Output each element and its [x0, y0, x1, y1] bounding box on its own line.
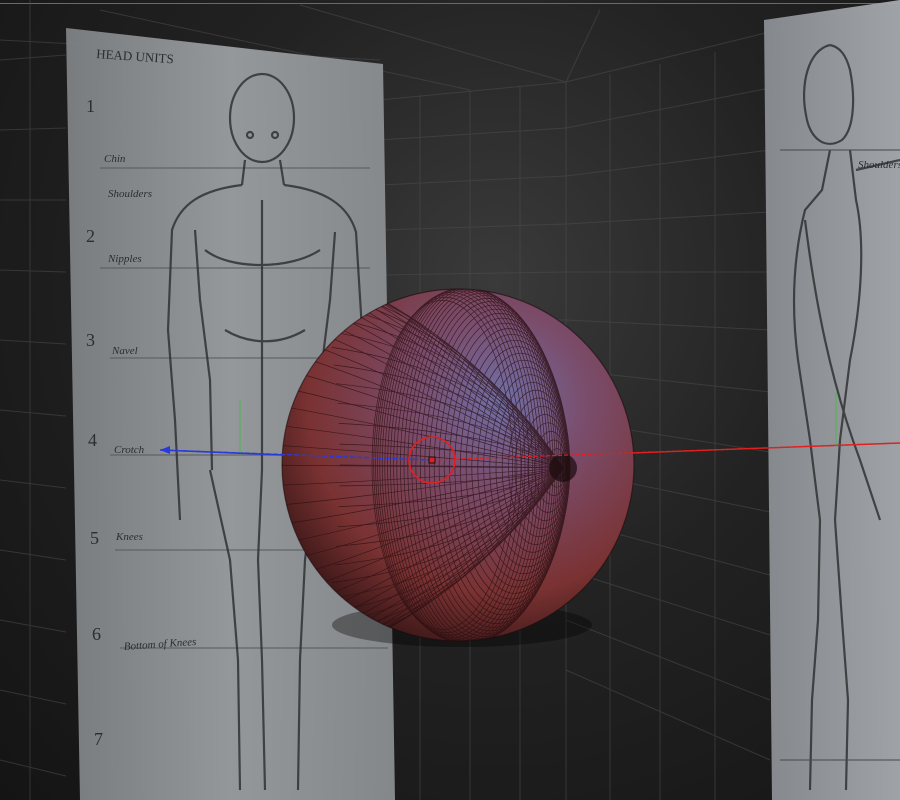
unit-number-2: 2 [86, 226, 95, 246]
unit-number-1: 1 [86, 96, 95, 116]
unit-number-7: 7 [94, 729, 103, 749]
landmark-label: Chin [104, 153, 126, 165]
landmark-label: Shoulders [108, 188, 152, 200]
unit-number-6: 6 [92, 624, 101, 644]
side-reference-image[interactable]: Shoulders [764, 0, 900, 800]
landmark-label: Crotch [114, 444, 145, 456]
unit-number-3: 3 [86, 330, 95, 350]
landmark-label: Knees [115, 531, 143, 543]
3d-viewport[interactable]: HEAD UNITS 1 2 3 4 5 6 7 Chin Shoulders … [0, 0, 900, 800]
side-landmark-label: Shoulders [858, 159, 900, 171]
gizmo-center-handle[interactable] [428, 456, 436, 464]
landmark-label: Nipples [107, 253, 142, 265]
landmark-label: Navel [111, 345, 138, 357]
unit-number-4: 4 [88, 430, 97, 450]
viewport-scene[interactable]: HEAD UNITS 1 2 3 4 5 6 7 Chin Shoulders … [0, 0, 900, 800]
unit-number-5: 5 [90, 528, 99, 548]
